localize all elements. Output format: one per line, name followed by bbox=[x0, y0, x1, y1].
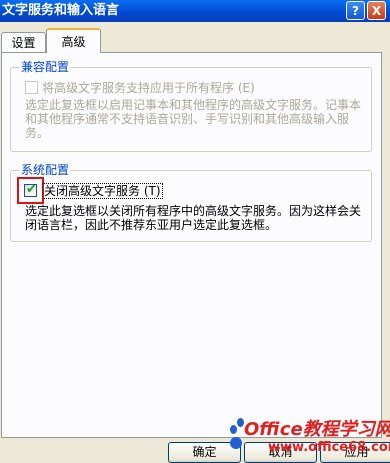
tab-advanced[interactable]: 高级 bbox=[46, 28, 101, 53]
close-button[interactable]: X bbox=[367, 1, 386, 20]
system-checkbox-label[interactable]: 关闭高级文字服务 (T) bbox=[42, 183, 163, 199]
system-checkbox-text: 关闭高级文字服务 (T) bbox=[42, 183, 163, 199]
highlight-box bbox=[17, 177, 44, 204]
ok-button[interactable]: 确定 bbox=[168, 442, 241, 463]
tab-settings[interactable]: 设置 bbox=[1, 32, 46, 52]
compat-checkbox[interactable] bbox=[25, 81, 38, 94]
compat-legend: 兼容配置 bbox=[19, 60, 72, 74]
compat-description: 选定此复选框以启用记事本和其他程序的高级文字服务。记事本和其他程序通常不支持语音… bbox=[25, 98, 362, 140]
apply-button[interactable]: 应用 bbox=[320, 442, 390, 463]
window-title: 文字服务和输入语言 bbox=[2, 3, 120, 18]
help-button[interactable]: ? bbox=[346, 1, 365, 20]
title-bar: 文字服务和输入语言 bbox=[0, 0, 390, 22]
compat-checkbox-label[interactable]: 将高级文字服务支持应用于所有程序 (E) bbox=[42, 81, 255, 95]
system-description: 选定此复选框以关闭所有程序中的高级文字服务。因为这样会关闭语言栏，因此不推荐东亚… bbox=[25, 204, 362, 232]
cancel-button[interactable]: 取消 bbox=[244, 442, 317, 463]
system-legend: 系统配置 bbox=[19, 163, 72, 177]
